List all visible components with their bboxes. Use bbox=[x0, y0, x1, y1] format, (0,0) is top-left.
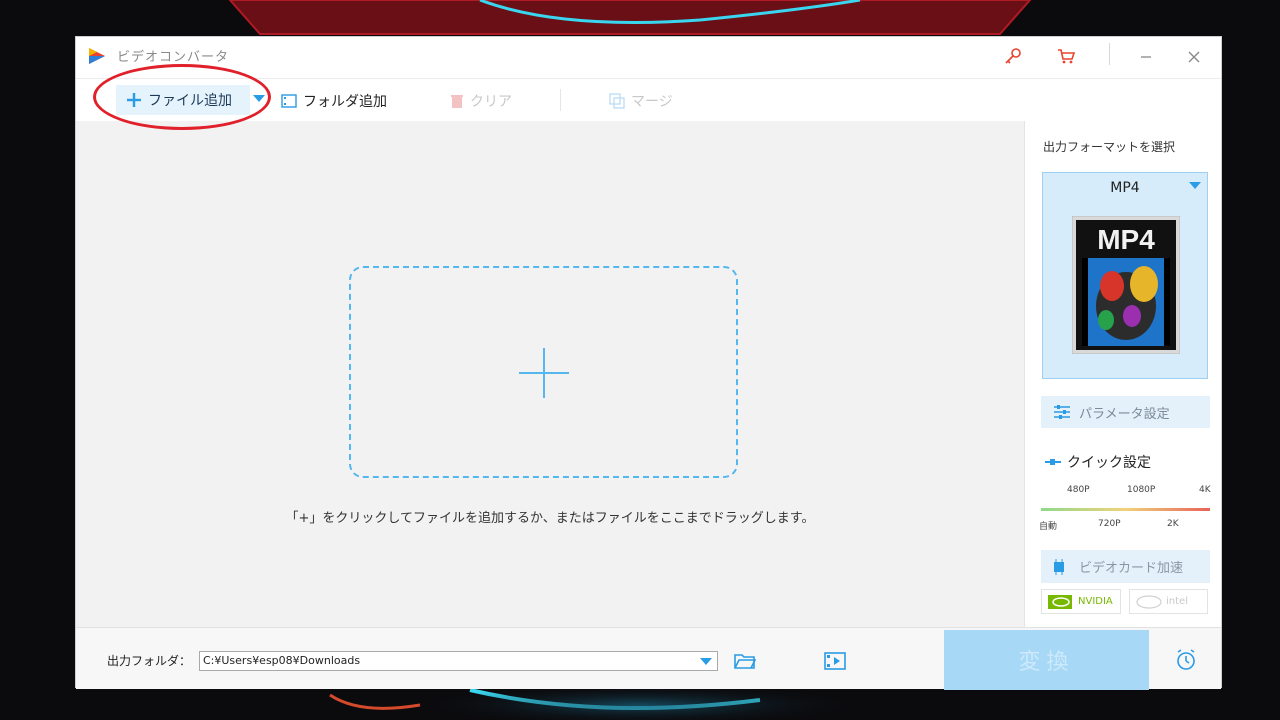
drop-hint-text: 「+」をクリックしてファイルを追加するか、またはファイルをここまでドラッグします… bbox=[285, 511, 815, 526]
add-plus-icon[interactable] bbox=[519, 348, 569, 398]
gpu-acceleration-label: ビデオカード加速 bbox=[1079, 561, 1184, 576]
add-folder-button[interactable]: フォルダ追加 bbox=[281, 91, 387, 111]
parameter-settings-label: パラメータ設定 bbox=[1079, 406, 1170, 422]
quality-label-480p: 480P bbox=[1067, 485, 1090, 495]
intel-logo-icon bbox=[1136, 594, 1162, 609]
minimize-icon[interactable] bbox=[1135, 45, 1157, 67]
open-folder-icon[interactable] bbox=[734, 652, 756, 670]
film-folder-icon bbox=[281, 94, 297, 108]
title-bar: ビデオコンバータ bbox=[76, 37, 1221, 78]
titlebar-divider bbox=[1109, 43, 1110, 65]
sliders-icon bbox=[1054, 405, 1070, 419]
intel-badge[interactable]: intel bbox=[1129, 589, 1208, 614]
chevron-down-icon[interactable] bbox=[1189, 182, 1201, 190]
merge-icon bbox=[609, 93, 625, 109]
toolbar: ファイル追加 フォルダ追加 クリア マージ bbox=[76, 78, 1221, 121]
app-logo-icon bbox=[89, 48, 105, 64]
format-selector[interactable]: MP4 MP4 bbox=[1042, 172, 1208, 379]
output-path-dropdown-icon[interactable] bbox=[700, 658, 712, 666]
add-file-dropdown-icon[interactable] bbox=[253, 95, 265, 103]
cart-icon[interactable] bbox=[1055, 45, 1077, 67]
quick-settings-label: クイック設定 bbox=[1067, 455, 1151, 471]
clear-button[interactable]: クリア bbox=[450, 91, 512, 111]
quality-label-4k: 4K bbox=[1199, 485, 1211, 495]
add-file-label: ファイル追加 bbox=[148, 93, 232, 109]
nvidia-logo-icon bbox=[1048, 594, 1072, 609]
app-window: ビデオコンバータ ファイル追加 フォルダ追加 クリア マージ 「+」をクリックし… bbox=[75, 36, 1222, 690]
output-format-panel: 出力フォーマットを選択 MP4 MP4 パラメータ設定 クイック設定 480P … bbox=[1024, 121, 1221, 627]
nvidia-badge[interactable]: NVIDIA bbox=[1041, 589, 1121, 614]
trash-icon bbox=[451, 95, 463, 108]
output-path-field[interactable]: C:¥Users¥esp08¥Downloads bbox=[199, 651, 718, 671]
quality-label-720p[interactable]: 720P bbox=[1098, 519, 1121, 529]
key-icon[interactable] bbox=[1002, 45, 1024, 67]
output-folder-label: 出力フォルダ： bbox=[107, 654, 192, 668]
output-format-title: 出力フォーマットを選択 bbox=[1043, 140, 1176, 154]
quality-label-2k[interactable]: 2K bbox=[1167, 519, 1179, 529]
quick-settings-title: クイック設定 bbox=[1045, 452, 1151, 472]
merge-button[interactable]: マージ bbox=[609, 91, 673, 111]
gpu-acceleration-button[interactable]: ビデオカード加速 bbox=[1041, 550, 1210, 583]
toolbar-divider bbox=[560, 89, 561, 111]
quality-label-auto[interactable]: 自動 bbox=[1039, 519, 1057, 532]
plus-icon bbox=[127, 93, 141, 107]
clear-label: クリア bbox=[470, 94, 512, 110]
thumbnail-text: MP4 bbox=[1097, 224, 1155, 255]
add-folder-label: フォルダ追加 bbox=[303, 94, 387, 110]
parameter-settings-button[interactable]: パラメータ設定 bbox=[1041, 396, 1210, 428]
file-drop-zone[interactable] bbox=[349, 266, 738, 478]
intel-label: intel bbox=[1166, 596, 1188, 607]
alarm-clock-icon[interactable] bbox=[1174, 648, 1198, 672]
convert-button[interactable]: 変換 bbox=[944, 630, 1149, 690]
chip-icon bbox=[1054, 558, 1064, 575]
close-icon[interactable] bbox=[1183, 45, 1205, 67]
mp4-format-thumbnail: MP4 bbox=[1072, 216, 1180, 354]
merge-label: マージ bbox=[631, 94, 673, 110]
bottom-bar: 出力フォルダ： C:¥Users¥esp08¥Downloads 変換 bbox=[76, 627, 1221, 690]
format-name: MP4 bbox=[1110, 180, 1140, 196]
nvidia-label: NVIDIA bbox=[1078, 596, 1113, 607]
quality-slider[interactable] bbox=[1041, 508, 1210, 511]
quick-settings-icon bbox=[1045, 459, 1061, 465]
app-title: ビデオコンバータ bbox=[117, 50, 230, 65]
video-folder-icon[interactable] bbox=[824, 651, 846, 671]
quality-label-1080p: 1080P bbox=[1127, 485, 1156, 495]
add-file-button[interactable]: ファイル追加 bbox=[116, 85, 250, 115]
